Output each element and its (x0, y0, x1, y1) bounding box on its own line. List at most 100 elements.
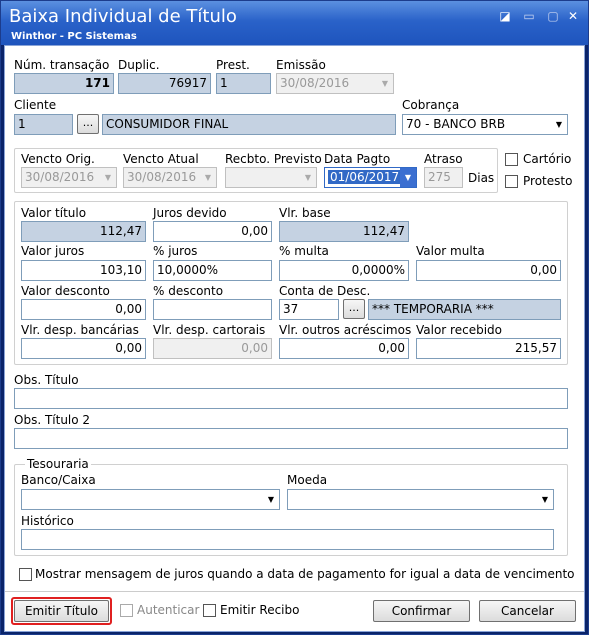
recbto-previsto-field: ▼ (225, 167, 317, 188)
conta-desc-browse-button[interactable]: ... (343, 299, 365, 319)
desp-bancarias-field[interactable]: 0,00 (21, 338, 146, 359)
valor-titulo-label: Valor título (21, 206, 87, 220)
chevron-down-icon: ▼ (104, 173, 112, 182)
pct-desconto-field[interactable] (153, 299, 272, 320)
emitir-titulo-button[interactable]: Emitir Título (14, 600, 109, 622)
chevron-down-icon: ▼ (304, 173, 312, 182)
desp-bancarias-label: Vlr. desp. bancárias (21, 323, 139, 337)
autenticar-checkbox (120, 604, 133, 617)
obs-titulo-field[interactable] (14, 388, 568, 409)
duplic-field: 76917 (118, 73, 211, 94)
emissao-label: Emissão (276, 58, 326, 72)
num-transacao-label: Núm. transação (14, 58, 110, 72)
valor-juros-label: Valor juros (21, 244, 85, 258)
prest-field: 1 (216, 73, 271, 94)
banco-caixa-label: Banco/Caixa (21, 473, 96, 487)
emissao-field: 30/08/2016 ▼ (276, 73, 394, 94)
valor-multa-field[interactable]: 0,00 (416, 260, 561, 281)
cartorio-label: Cartório (523, 152, 572, 166)
restore-icon[interactable]: ◪ (495, 7, 515, 25)
cancelar-button[interactable]: Cancelar (479, 600, 576, 622)
outros-acrescimos-label: Vlr. outros acréscimos (279, 323, 412, 337)
atraso-label: Atraso (424, 152, 463, 166)
emitir-recibo-label: Emitir Recibo (220, 603, 300, 617)
num-transacao-field: 171 (14, 73, 114, 94)
historico-field[interactable] (21, 529, 554, 550)
moeda-label: Moeda (287, 473, 328, 487)
prest-label: Prest. (216, 58, 250, 72)
historico-label: Histórico (21, 514, 74, 528)
protesto-checkbox[interactable] (505, 175, 518, 188)
emitir-recibo-checkbox[interactable] (203, 604, 216, 617)
vencto-atual-field: 30/08/2016 ▼ (123, 167, 217, 188)
juros-devido-field[interactable]: 0,00 (153, 221, 272, 242)
dias-label: Dias (468, 171, 495, 185)
dialog-body: Núm. transação 171 Duplic. 76917 Prest. … (4, 45, 585, 632)
autenticar-label: Autenticar (137, 603, 200, 617)
vlr-base-field: 112,47 (279, 221, 409, 242)
chevron-down-icon[interactable]: ▼ (537, 490, 553, 509)
pct-juros-label: % juros (153, 244, 198, 258)
maximize-icon[interactable]: ▢ (543, 7, 563, 25)
tesouraria-label: Tesouraria (25, 457, 91, 471)
dialog-window: Baixa Individual de Título Winthor - PC … (0, 0, 589, 635)
moeda-select[interactable]: ▼ (287, 489, 554, 510)
desp-cartorais-field: 0,00 (153, 338, 272, 359)
valor-multa-label: Valor multa (416, 244, 485, 258)
cliente-code-field: 1 (14, 114, 73, 135)
vencto-atual-label: Vencto Atual (123, 152, 199, 166)
conta-desc-label: Conta de Desc. (279, 284, 371, 298)
window-subtitle: Winthor - PC Sistemas (11, 31, 137, 42)
conta-desc-name-field: *** TEMPORARIA *** (368, 299, 561, 320)
valor-juros-field[interactable]: 103,10 (21, 260, 146, 281)
minimize-icon[interactable]: ▭ (519, 7, 539, 25)
obs-titulo2-label: Obs. Título 2 (14, 413, 91, 427)
conta-desc-code-field[interactable]: 37 (279, 299, 339, 320)
data-pagto-field[interactable]: 01/06/2017 ▼ (324, 167, 417, 188)
obs-titulo-label: Obs. Título (14, 373, 79, 387)
valor-desconto-label: Valor desconto (21, 284, 110, 298)
vencto-orig-field: 30/08/2016 ▼ (21, 167, 117, 188)
pct-desconto-label: % desconto (153, 284, 224, 298)
valor-recebido-label: Valor recebido (416, 323, 502, 337)
valor-desconto-field[interactable]: 0,00 (21, 299, 146, 320)
close-icon[interactable]: ✕ (563, 7, 583, 25)
chevron-down-icon: ▼ (204, 173, 212, 182)
cobranca-select[interactable]: 70 - BANCO BRB ▼ (402, 114, 568, 135)
cliente-label: Cliente (14, 98, 57, 112)
data-pagto-label: Data Pagto (324, 152, 391, 166)
juros-devido-label: Juros devido (153, 206, 227, 220)
emissao-value: 30/08/2016 (280, 76, 350, 90)
outros-acrescimos-field[interactable]: 0,00 (279, 338, 409, 359)
mostrar-msg-label: Mostrar mensagem de juros quando a data … (35, 567, 575, 581)
obs-titulo2-field[interactable] (14, 428, 568, 449)
vencto-atual-value: 30/08/2016 (127, 170, 197, 184)
desp-cartorais-label: Vlr. desp. cartorais (153, 323, 266, 337)
chevron-down-icon[interactable]: ▼ (263, 490, 279, 509)
atraso-field: 275 (424, 167, 463, 188)
vencto-orig-label: Vencto Orig. (21, 152, 95, 166)
chevron-down-icon[interactable]: ▼ (551, 115, 567, 134)
chevron-down-icon: ▼ (381, 79, 389, 88)
chevron-down-icon[interactable]: ▼ (400, 168, 416, 187)
valor-titulo-field: 112,47 (21, 221, 146, 242)
confirmar-button[interactable]: Confirmar (373, 600, 470, 622)
duplic-label: Duplic. (118, 58, 160, 72)
cliente-name-field: CONSUMIDOR FINAL (102, 114, 396, 135)
pct-multa-field[interactable]: 0,0000% (279, 260, 409, 281)
valor-recebido-field[interactable]: 215,57 (416, 338, 561, 359)
recbto-previsto-label: Recbto. Previsto (225, 152, 322, 166)
title-bar: Baixa Individual de Título Winthor - PC … (1, 1, 588, 45)
window-title: Baixa Individual de Título (9, 6, 237, 27)
footer-divider (5, 591, 584, 592)
mostrar-msg-checkbox[interactable] (19, 568, 32, 581)
vlr-base-label: Vlr. base (279, 206, 331, 220)
banco-caixa-select[interactable]: ▼ (21, 489, 280, 510)
cobranca-value: 70 - BANCO BRB (406, 117, 506, 131)
cartorio-checkbox[interactable] (505, 153, 518, 166)
cobranca-label: Cobrança (402, 98, 460, 112)
pct-multa-label: % multa (279, 244, 329, 258)
pct-juros-field[interactable]: 10,0000% (153, 260, 272, 281)
cliente-browse-button[interactable]: ... (77, 114, 99, 134)
protesto-label: Protesto (523, 174, 573, 188)
